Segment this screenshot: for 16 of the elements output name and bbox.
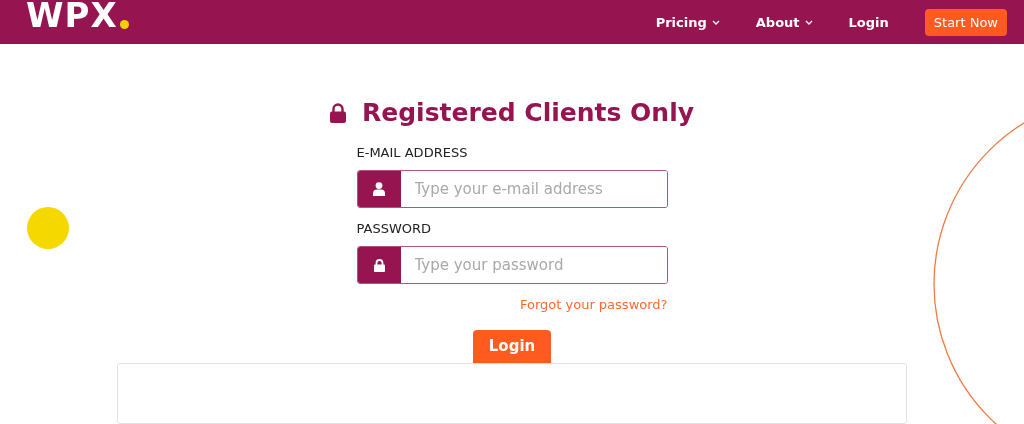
field-label: PASSWORD [356,221,433,236]
circle-decoration [27,207,69,249]
nav-link[interactable]: Login [848,14,889,30]
nav-link[interactable]: Pricing [655,14,720,30]
input-field[interactable]: Type your e-mail address [356,170,668,208]
user-icon [373,182,385,196]
lock-icon [330,102,346,123]
chevron-down-icon [804,19,813,25]
dot-icon [119,20,129,29]
logo[interactable]: WPX [26,0,118,31]
lock-icon [373,258,385,272]
nav-link[interactable]: About [755,14,813,30]
input-field[interactable]: Type your password [356,246,668,284]
field-label: E-MAIL ADDRESS [356,145,469,160]
page-title: Registered Clients Only [362,98,694,127]
chevron-down-icon [711,19,720,25]
